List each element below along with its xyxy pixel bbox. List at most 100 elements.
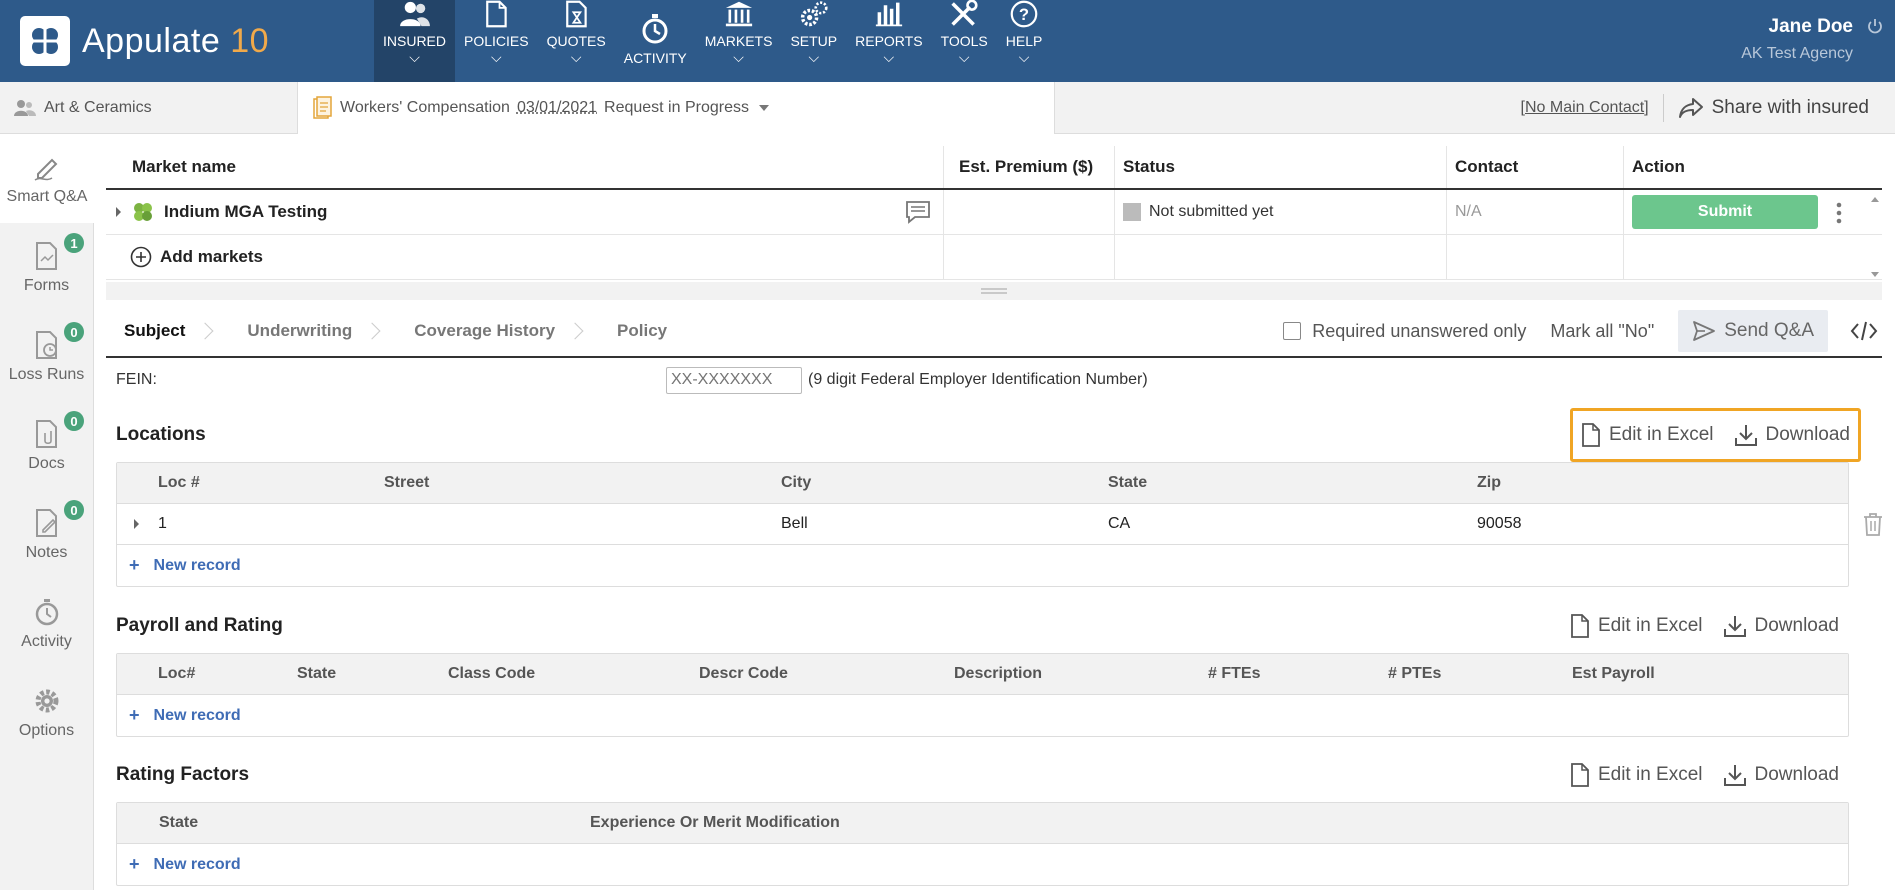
share-with-insured-button[interactable]: Share with insured <box>1678 97 1869 119</box>
docs-count-badge: 0 <box>64 411 84 431</box>
insured-selector[interactable]: Art & Ceramics <box>0 81 298 134</box>
file-icon <box>1582 423 1600 447</box>
power-icon[interactable] <box>1867 18 1883 34</box>
locations-actions: Edit in Excel Download <box>1569 408 1861 462</box>
nav-insured[interactable]: INSURED ⌵ <box>374 0 456 82</box>
table-row[interactable]: 1 Bell CA 90058 <box>117 504 1882 545</box>
tab-coverage-history[interactable]: Coverage History <box>396 306 599 356</box>
nav-activity[interactable]: ACTIVITY <box>615 0 696 82</box>
chevron-right-icon <box>363 322 381 340</box>
markets-icon <box>725 1 752 27</box>
qa-tabs: Subject Underwriting Coverage History Po… <box>106 306 1882 358</box>
logo[interactable]: Appulate 10 <box>0 0 374 82</box>
policy-status: Request in Progress <box>604 98 749 116</box>
sidebar-item-options[interactable]: Options <box>0 668 93 757</box>
activity-icon <box>35 598 58 625</box>
sidebar-item-forms[interactable]: Forms 1 <box>0 223 93 312</box>
loss-runs-count-badge: 0 <box>64 322 84 342</box>
payroll-grid: Loc# State Class Code Descr Code Descrip… <box>116 653 1849 737</box>
main-contact-link[interactable]: [No Main Contact] <box>1521 99 1649 117</box>
user-menu[interactable]: Jane Doe AK Test Agency <box>1741 0 1895 82</box>
tab-underwriting[interactable]: Underwriting <box>229 306 396 356</box>
market-premium[interactable] <box>944 190 1115 234</box>
required-only-label[interactable]: Required unanswered only <box>1312 321 1526 342</box>
download-button[interactable]: Download <box>1723 763 1839 787</box>
chevron-right-icon <box>196 322 214 340</box>
locations-section: Locations Edit in Excel Download Loc # S… <box>116 408 1882 587</box>
rating-factors-actions: Edit in Excel Download <box>1560 754 1849 796</box>
fein-input[interactable] <box>666 366 802 394</box>
rating-factors-grid-header: State Experience Or Merit Modification <box>117 803 1848 844</box>
edit-in-excel-button[interactable]: Edit in Excel <box>1570 763 1703 787</box>
context-bar: Art & Ceramics Workers' Compensation 03/… <box>0 81 1895 134</box>
tab-subject[interactable]: Subject <box>106 306 229 356</box>
nav-help[interactable]: ? HELP ⌵ <box>997 0 1052 82</box>
locations-grid-header: Loc # Street City State Zip <box>117 463 1848 504</box>
payroll-grid-header: Loc# State Class Code Descr Code Descrip… <box>117 654 1848 695</box>
market-status: Not submitted yet <box>1149 203 1274 220</box>
download-button[interactable]: Download <box>1723 614 1839 638</box>
trash-icon[interactable] <box>1862 512 1884 536</box>
nav-policies[interactable]: POLICIES ⌵ <box>455 0 538 82</box>
send-qa-button[interactable]: Send Q&A <box>1678 310 1828 352</box>
rating-factors-section: Rating Factors Edit in Excel Download St… <box>116 760 1849 886</box>
main-nav: INSURED ⌵ POLICIES ⌵ QUOTES ⌵ ACTIVITY M… <box>374 0 1051 82</box>
sidebar-item-smart-qa[interactable]: Smart Q&A <box>0 134 94 223</box>
nav-setup[interactable]: SETUP ⌵ <box>781 0 846 82</box>
nav-quotes[interactable]: QUOTES ⌵ <box>538 0 615 82</box>
sidebar-item-notes[interactable]: Notes 0 <box>0 490 93 579</box>
sidebar-item-loss-runs[interactable]: Loss Runs 0 <box>0 312 93 401</box>
user-agency: AK Test Agency <box>1741 45 1853 62</box>
top-bar: Appulate 10 INSURED ⌵ POLICIES ⌵ QUOTES … <box>0 0 1895 82</box>
download-button[interactable]: Download <box>1734 423 1850 447</box>
mark-all-no-button[interactable]: Mark all "No" <box>1550 321 1654 342</box>
new-record-button[interactable]: + New record <box>117 545 1848 586</box>
insured-icon <box>399 1 430 27</box>
fein-row: FEIN: (9 digit Federal Employer Identifi… <box>116 366 1216 394</box>
scrollbar[interactable] <box>1868 192 1882 282</box>
submit-button[interactable]: Submit <box>1632 195 1818 229</box>
help-icon: ? <box>1010 0 1038 28</box>
policy-date[interactable]: 03/01/2021 <box>517 99 597 117</box>
nav-reports[interactable]: REPORTS ⌵ <box>846 0 931 82</box>
download-icon <box>1723 765 1746 786</box>
chevron-down-icon[interactable] <box>758 104 769 111</box>
docs-icon <box>35 419 57 448</box>
payroll-section: Payroll and Rating Edit in Excel Downloa… <box>116 611 1849 737</box>
new-record-button[interactable]: + New record <box>117 695 1848 736</box>
fein-hint: (9 digit Federal Employer Identification… <box>808 371 1148 388</box>
add-markets-button[interactable]: Add markets <box>160 247 263 267</box>
app-name: Appulate 10 <box>82 21 270 60</box>
notes-icon <box>35 508 57 537</box>
market-contact: N/A <box>1455 203 1482 220</box>
left-sidebar: Smart Q&A Forms 1 Loss Runs 0 Docs 0 Not… <box>0 134 94 890</box>
expand-arrow-icon[interactable] <box>134 519 139 529</box>
edit-in-excel-button[interactable]: Edit in Excel <box>1581 423 1714 447</box>
tab-policy[interactable]: Policy <box>599 306 685 356</box>
nav-markets[interactable]: MARKETS ⌵ <box>696 0 782 82</box>
tools-icon <box>951 0 978 26</box>
sidebar-item-activity[interactable]: Activity <box>0 579 93 668</box>
market-row[interactable]: Indium MGA Testing Not submitted yet N/A… <box>106 190 1882 235</box>
more-options-icon[interactable] <box>1836 202 1842 224</box>
new-record-button[interactable]: + New record <box>117 844 1848 885</box>
sidebar-item-docs[interactable]: Docs 0 <box>0 401 93 490</box>
svg-text:?: ? <box>1019 5 1029 24</box>
users-icon <box>14 99 36 116</box>
add-markets-row[interactable]: Add markets <box>106 235 1882 280</box>
user-name: Jane Doe <box>1768 16 1853 37</box>
policy-doc-icon <box>313 95 332 119</box>
expand-arrow-icon[interactable] <box>116 207 121 217</box>
resize-handle[interactable] <box>106 282 1882 300</box>
required-only-checkbox[interactable] <box>1283 322 1302 340</box>
file-icon <box>1571 614 1589 638</box>
edit-in-excel-button[interactable]: Edit in Excel <box>1570 614 1703 638</box>
comment-icon[interactable] <box>905 200 931 224</box>
file-icon <box>1571 763 1589 787</box>
nav-tools[interactable]: TOOLS ⌵ <box>932 0 997 82</box>
forms-icon <box>35 241 57 270</box>
divider <box>1662 93 1664 122</box>
policy-selector[interactable]: Workers' Compensation 03/01/2021 Request… <box>298 81 1055 134</box>
markets-table: Market name Est. Premium ($) Status Cont… <box>106 146 1882 280</box>
code-icon[interactable] <box>1850 320 1878 342</box>
